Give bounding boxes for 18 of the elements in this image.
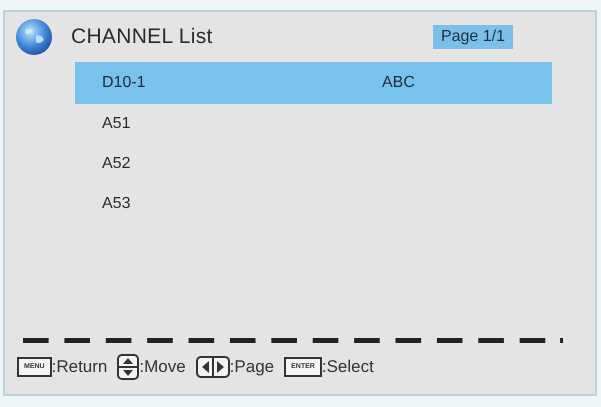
channel-name: A51 bbox=[102, 115, 132, 133]
channel-item[interactable]: A52 bbox=[75, 144, 552, 184]
left-right-key-icon bbox=[196, 356, 230, 378]
channel-item[interactable]: A51 bbox=[75, 104, 552, 144]
channel-name: A53 bbox=[102, 195, 132, 213]
hint-label: :Move bbox=[139, 357, 186, 377]
channel-type: ABC bbox=[382, 74, 415, 92]
hint-label: :Return bbox=[52, 357, 108, 377]
up-down-key-icon bbox=[117, 354, 140, 380]
channel-item[interactable]: A53 bbox=[75, 184, 552, 224]
globe-icon bbox=[15, 18, 53, 56]
hint-label: :Page bbox=[230, 357, 274, 377]
page-indicator: Page 1/1 bbox=[432, 25, 513, 49]
hint-label: :Select bbox=[322, 357, 374, 377]
channel-item[interactable]: D10-1 ABC bbox=[75, 62, 552, 104]
channel-name: A52 bbox=[102, 155, 132, 173]
channel-name: D10-1 bbox=[102, 74, 147, 92]
window-title: CHANNEL List bbox=[71, 25, 214, 49]
